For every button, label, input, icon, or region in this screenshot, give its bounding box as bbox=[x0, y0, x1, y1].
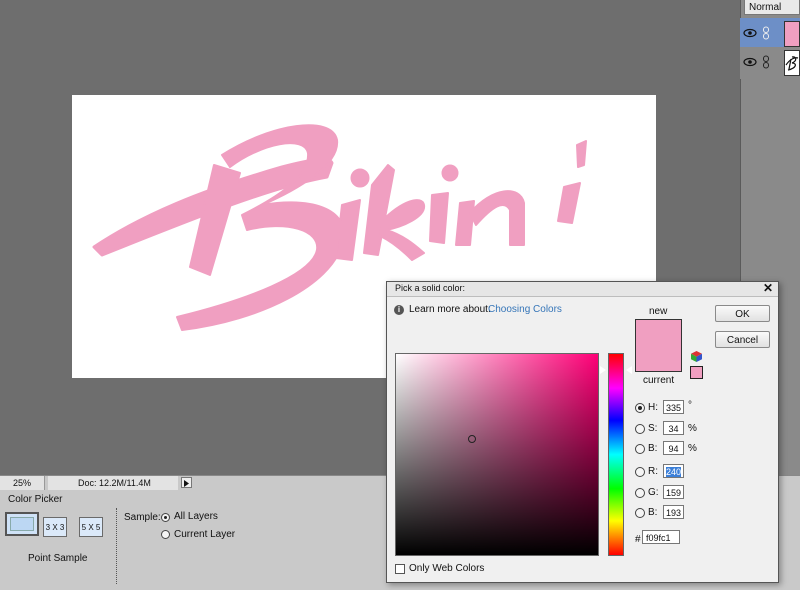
zoom-level[interactable]: 25% bbox=[0, 476, 45, 490]
green-input[interactable]: 159 bbox=[663, 485, 684, 499]
visibility-eye-icon[interactable] bbox=[743, 55, 757, 69]
learn-more-label: Learn more about: bbox=[409, 304, 491, 315]
current-layer-radio[interactable] bbox=[161, 530, 170, 539]
brightness-input[interactable]: 94 bbox=[663, 441, 684, 455]
saturation-brightness-field[interactable] bbox=[395, 353, 599, 556]
hue-slider-left-arrow[interactable] bbox=[599, 365, 606, 375]
color-picker-dialog: Pick a solid color: ✕ i Learn more about… bbox=[386, 281, 779, 583]
saturation-label: S: bbox=[648, 423, 658, 434]
red-radio[interactable] bbox=[635, 467, 645, 477]
current-color-label: current bbox=[643, 375, 675, 386]
only-web-colors-label[interactable]: Only Web Colors bbox=[409, 563, 484, 574]
red-label: R: bbox=[648, 466, 658, 477]
web-safe-color-swatch[interactable] bbox=[690, 366, 703, 379]
green-label: G: bbox=[648, 487, 659, 498]
point-sample-button[interactable] bbox=[5, 512, 39, 536]
hue-label: H: bbox=[648, 402, 658, 413]
only-web-colors-checkbox[interactable] bbox=[395, 564, 405, 574]
brightness-label: B: bbox=[648, 443, 658, 454]
point-sample-label: Point Sample bbox=[28, 553, 88, 564]
choosing-colors-link[interactable]: Choosing Colors bbox=[488, 304, 562, 315]
close-icon[interactable]: ✕ bbox=[762, 282, 774, 294]
ok-button[interactable]: OK bbox=[715, 305, 770, 322]
blue-input[interactable]: 193 bbox=[663, 505, 684, 519]
red-input[interactable]: 240 bbox=[663, 464, 684, 478]
hue-slider[interactable] bbox=[608, 353, 624, 556]
red-input-value: 240 bbox=[665, 467, 682, 477]
info-icon: i bbox=[394, 305, 404, 315]
blend-mode-select[interactable]: Normal bbox=[744, 0, 800, 15]
hue-slider-right-arrow[interactable] bbox=[626, 366, 632, 374]
dialog-titlebar[interactable]: Pick a solid color: ✕ bbox=[387, 282, 778, 297]
hue-radio[interactable] bbox=[635, 403, 645, 413]
brightness-radio[interactable] bbox=[635, 444, 645, 454]
link-icon bbox=[763, 26, 769, 40]
layer-row-text[interactable] bbox=[740, 47, 800, 79]
color-picker-circle[interactable] bbox=[468, 435, 476, 443]
layer-row-color-fill[interactable] bbox=[740, 18, 800, 50]
new-current-color-swatch[interactable] bbox=[635, 319, 682, 372]
sample-label: Sample: bbox=[124, 512, 161, 523]
cancel-button[interactable]: Cancel bbox=[715, 331, 770, 348]
tool-title: Color Picker bbox=[8, 494, 63, 505]
brightness-unit: % bbox=[688, 443, 697, 454]
sample-3x3-button[interactable]: 3 X 3 bbox=[43, 517, 67, 537]
sample-5x5-button[interactable]: 5 X 5 bbox=[79, 517, 103, 537]
dialog-title: Pick a solid color: bbox=[395, 283, 466, 293]
current-layer-label[interactable]: Current Layer bbox=[174, 529, 235, 540]
document-info: Doc: 12.2M/11.4M bbox=[48, 476, 178, 490]
all-layers-radio[interactable] bbox=[161, 513, 170, 522]
options-divider bbox=[116, 508, 117, 584]
blue-label: B: bbox=[648, 507, 658, 518]
link-icon bbox=[763, 55, 769, 69]
layer-thumbnail-artwork bbox=[784, 50, 800, 76]
all-layers-label[interactable]: All Layers bbox=[174, 511, 218, 522]
hue-input[interactable]: 335 bbox=[663, 400, 684, 414]
new-color-label: new bbox=[649, 306, 668, 317]
saturation-input[interactable]: 34 bbox=[663, 421, 684, 435]
hue-unit: ° bbox=[688, 400, 692, 411]
visibility-eye-icon[interactable] bbox=[743, 26, 757, 40]
play-arrow-icon bbox=[184, 480, 189, 487]
layer-thumbnail-fill bbox=[784, 21, 800, 47]
hex-input[interactable]: f09fc1 bbox=[642, 530, 680, 544]
green-radio[interactable] bbox=[635, 488, 645, 498]
saturation-unit: % bbox=[688, 423, 697, 434]
blue-radio[interactable] bbox=[635, 508, 645, 518]
artwork-thumbnail-icon bbox=[785, 56, 799, 71]
hex-hash-label: # bbox=[635, 534, 641, 545]
status-menu-button[interactable] bbox=[181, 477, 192, 488]
saturation-radio[interactable] bbox=[635, 424, 645, 434]
color-cube-icon[interactable] bbox=[690, 350, 703, 363]
